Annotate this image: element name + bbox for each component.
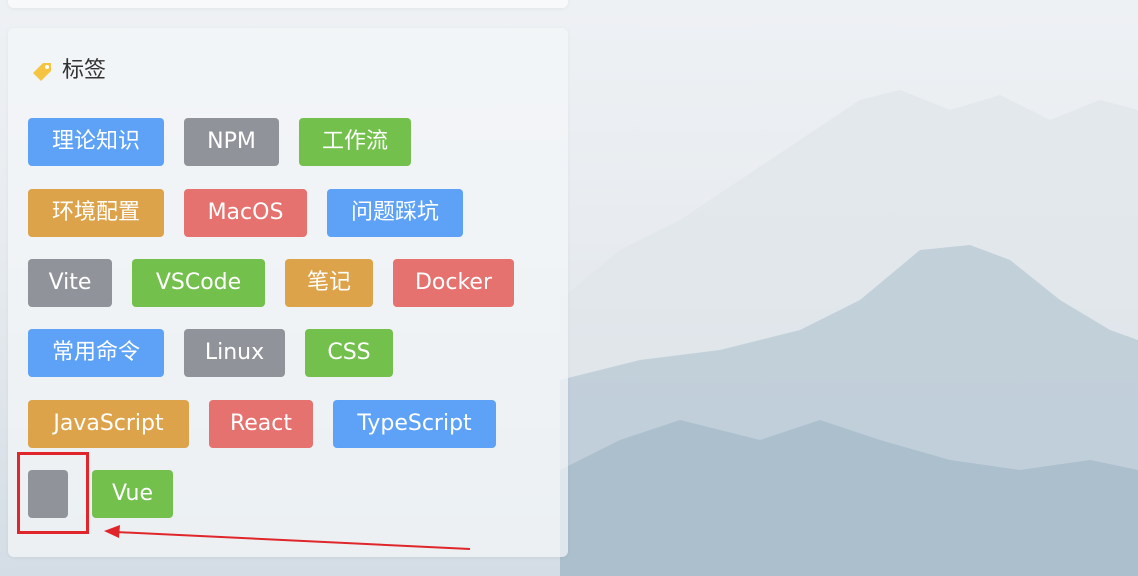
annotation-arrow xyxy=(104,525,471,550)
